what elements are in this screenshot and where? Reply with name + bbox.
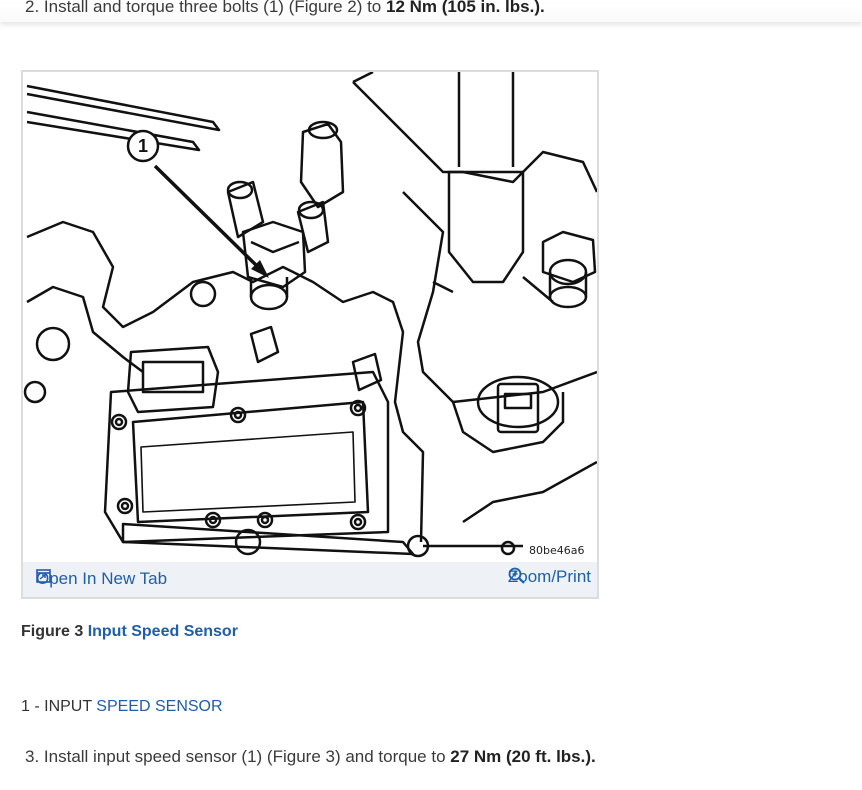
step-3: 3. Install input speed sensor (1) (Figur… bbox=[25, 747, 596, 767]
step-2: 2. Install and torque three bolts (1) (F… bbox=[25, 0, 545, 17]
open-in-new-tab-link[interactable]: Open In New Tab bbox=[36, 569, 167, 589]
callout-number: 1 bbox=[138, 136, 148, 156]
figure-caption: Figure 3 Input Speed Sensor bbox=[21, 623, 238, 641]
step-3-torque: 27 Nm (20 ft. lbs.). bbox=[450, 747, 596, 766]
zoom-print-link[interactable]: Zoom/Print bbox=[508, 567, 591, 587]
open-new-tab-icon bbox=[36, 569, 51, 583]
step-2-text: Install and torque three bolts (1) (Figu… bbox=[43, 0, 382, 16]
input-speed-sensor-diagram[interactable]: 1 bbox=[23, 72, 597, 562]
image-code: 80be46a6 bbox=[529, 544, 585, 557]
step-2-number: 2. bbox=[25, 0, 40, 16]
step-3-number: 3. bbox=[25, 747, 40, 766]
figure-caption-prefix: Figure 3 bbox=[21, 623, 84, 640]
figure-caption-link[interactable]: Input Speed Sensor bbox=[88, 623, 238, 640]
legend-item-1: 1 - INPUT SPEED SENSOR bbox=[21, 698, 223, 716]
zoom-in-icon bbox=[508, 567, 525, 584]
step-3-text: Install input speed sensor (1) (Figure 3… bbox=[43, 747, 446, 766]
step-2-torque: 12 Nm (105 in. lbs.). bbox=[386, 0, 545, 16]
figure-3-container: 1 80be46a6 Open In New Tab Zoom/Print bbox=[21, 70, 599, 599]
legend-item-prefix: 1 - INPUT bbox=[21, 698, 92, 715]
legend-item-link[interactable]: SPEED SENSOR bbox=[96, 698, 222, 715]
callout-1 bbox=[126, 129, 269, 278]
open-in-new-tab-label: Open In New Tab bbox=[36, 569, 168, 588]
figure-toolbar: Open In New Tab Zoom/Print bbox=[23, 562, 597, 597]
